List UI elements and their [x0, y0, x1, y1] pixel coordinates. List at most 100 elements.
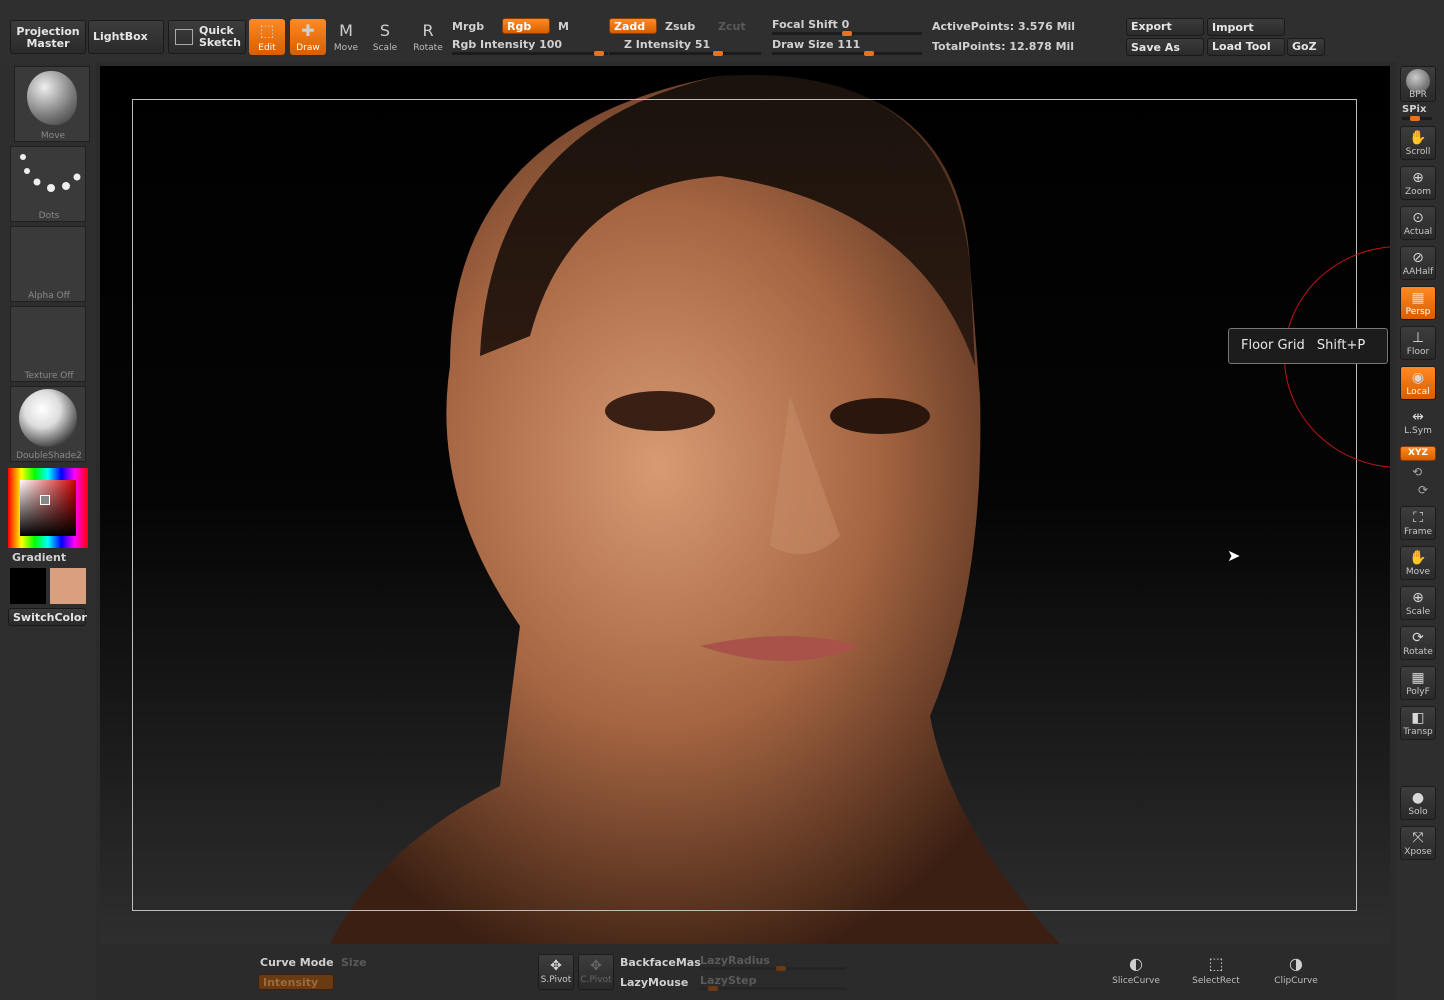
backface-mask-button[interactable]: BackfaceMas	[620, 956, 701, 969]
local-button[interactable]: ◉Local	[1400, 366, 1436, 400]
lsym-label: L.Sym	[1404, 426, 1432, 436]
load-tool-button[interactable]: Load Tool	[1207, 38, 1285, 56]
z-intensity-knob[interactable]	[713, 51, 723, 56]
floor-button[interactable]: ⊥Floor	[1400, 326, 1436, 360]
rgb-button[interactable]: Rgb	[502, 18, 550, 34]
spix-knob[interactable]	[1410, 116, 1420, 121]
cpivot-button[interactable]: ✥C.Pivot	[578, 954, 614, 990]
lazyradius-knob[interactable]	[776, 966, 786, 971]
actual-button[interactable]: ⊙Actual	[1400, 206, 1436, 240]
draw-size-knob[interactable]	[864, 51, 874, 56]
quick-sketch-button[interactable]: Quick Sketch	[168, 20, 246, 54]
focal-shift-label: Focal Shift 0	[772, 18, 849, 31]
rotate-y-icon[interactable]: ⟲	[1412, 465, 1422, 479]
goz-label: GoZ	[1292, 40, 1317, 53]
rotate-view-label: Rotate	[1403, 647, 1432, 657]
rgb-intensity-slider[interactable]	[452, 52, 608, 55]
slicecurve-label: SliceCurve	[1112, 976, 1160, 986]
lsym-button[interactable]: ⇹L.Sym	[1400, 406, 1436, 440]
draw-size-slider[interactable]	[772, 52, 922, 55]
frame-button[interactable]: ⛶Frame	[1400, 506, 1436, 540]
secondary-color-swatch[interactable]	[50, 568, 86, 604]
material-slot[interactable]: DoubleShade2	[10, 386, 86, 462]
cpivot-label: C.Pivot	[580, 975, 611, 985]
document-canvas[interactable]: ➤	[100, 66, 1390, 944]
projection-master-button[interactable]: Projection Master	[10, 20, 86, 54]
color-picker[interactable]	[8, 468, 88, 548]
import-label: Import	[1212, 21, 1254, 34]
curve-intensity-slider[interactable]: Intensity	[258, 974, 334, 990]
save-as-label: Save As	[1131, 41, 1180, 54]
scroll-button[interactable]: ✋Scroll	[1400, 126, 1436, 160]
draw-size-label: Draw Size 111	[772, 38, 860, 51]
tooltip-text: Floor Grid	[1241, 338, 1305, 353]
brush-slot[interactable]: Move	[14, 66, 90, 142]
solo-button[interactable]: ●Solo	[1400, 786, 1436, 820]
move-view-button[interactable]: ✋Move	[1400, 546, 1436, 580]
focal-shift-slider[interactable]	[772, 32, 922, 35]
clipcurve-button[interactable]: ◑ClipCurve	[1266, 952, 1326, 988]
actual-icon: ⊙	[1401, 207, 1435, 227]
draw-label: Draw	[296, 43, 320, 53]
scale-button[interactable]: SScale	[367, 19, 403, 55]
rgb-intensity-knob[interactable]	[594, 51, 604, 56]
save-as-button[interactable]: Save As	[1126, 38, 1204, 56]
main-color-swatch[interactable]	[10, 568, 46, 604]
export-button[interactable]: Export	[1126, 18, 1204, 36]
spix-slider[interactable]	[1402, 117, 1432, 120]
projection-master-label: Projection Master	[16, 25, 79, 50]
texture-slot[interactable]: Texture Off	[10, 306, 86, 382]
alpha-slot[interactable]: Alpha Off	[10, 226, 86, 302]
slicecurve-button[interactable]: ◐SliceCurve	[1106, 952, 1166, 988]
alpha-label: Alpha Off	[11, 291, 87, 301]
zoom-button[interactable]: ⊕Zoom	[1400, 166, 1436, 200]
focal-shift-knob[interactable]	[842, 31, 852, 36]
move-button[interactable]: MMove	[328, 19, 364, 55]
persp-button[interactable]: ▦Persp	[1400, 286, 1436, 320]
lazystep-knob[interactable]	[708, 986, 718, 991]
xyz-button[interactable]: XYZ	[1400, 446, 1436, 461]
bpr-button[interactable]: BPR	[1400, 66, 1436, 102]
import-button[interactable]: Import	[1207, 18, 1285, 36]
lightbox-button[interactable]: LightBox	[88, 20, 164, 54]
zcut-button[interactable]: Zcut	[718, 20, 746, 33]
selectrect-button[interactable]: ⬚SelectRect	[1186, 952, 1246, 988]
polyf-button[interactable]: ▦PolyF	[1400, 666, 1436, 700]
color-picker-square[interactable]	[20, 480, 76, 536]
tooltip-shortcut: Shift+P	[1317, 338, 1365, 353]
switch-color-button[interactable]: SwitchColor	[8, 608, 86, 626]
slicecurve-icon: ◐	[1106, 952, 1166, 976]
scale-icon: S	[367, 19, 403, 43]
curve-size-label[interactable]: Size	[341, 956, 367, 969]
clipcurve-label: ClipCurve	[1274, 976, 1318, 986]
rotate-z-icon[interactable]: ⟳	[1418, 483, 1428, 497]
xpose-icon: ⤧	[1401, 827, 1435, 847]
rotate-view-button[interactable]: ⟳Rotate	[1400, 626, 1436, 660]
edit-button[interactable]: ⬚Edit	[249, 19, 285, 55]
m-button[interactable]: M	[558, 20, 569, 33]
spivot-button[interactable]: ✥S.Pivot	[538, 954, 574, 990]
polyframe-icon: ▦	[1401, 667, 1435, 687]
stroke-slot[interactable]: Dots	[10, 146, 86, 222]
gradient-label[interactable]: Gradient	[12, 551, 66, 564]
xpose-button[interactable]: ⤧Xpose	[1400, 826, 1436, 860]
goz-button[interactable]: GoZ	[1287, 38, 1325, 56]
lightbox-label: LightBox	[93, 30, 148, 43]
aahalf-button[interactable]: ⊘AAHalf	[1400, 246, 1436, 280]
floor-label: Floor	[1407, 347, 1429, 357]
lazyradius-label: LazyRadius	[700, 954, 770, 967]
draw-button[interactable]: ✚Draw	[290, 19, 326, 55]
zadd-button[interactable]: Zadd	[609, 18, 657, 34]
curve-mode-button[interactable]: Curve Mode	[260, 956, 334, 969]
lazystep-slider[interactable]	[700, 987, 846, 990]
z-intensity-slider[interactable]	[609, 52, 761, 55]
zsub-button[interactable]: Zsub	[665, 20, 695, 33]
scale-view-button[interactable]: ⊕Scale	[1400, 586, 1436, 620]
move-icon: M	[328, 19, 364, 43]
lazyradius-slider[interactable]	[700, 967, 846, 970]
scroll-label: Scroll	[1406, 147, 1431, 157]
rotate-button[interactable]: RRotate	[410, 19, 446, 55]
mrgb-button[interactable]: Mrgb	[452, 20, 484, 33]
transp-button[interactable]: ◧Transp	[1400, 706, 1436, 740]
lazymouse-button[interactable]: LazyMouse	[620, 976, 688, 989]
